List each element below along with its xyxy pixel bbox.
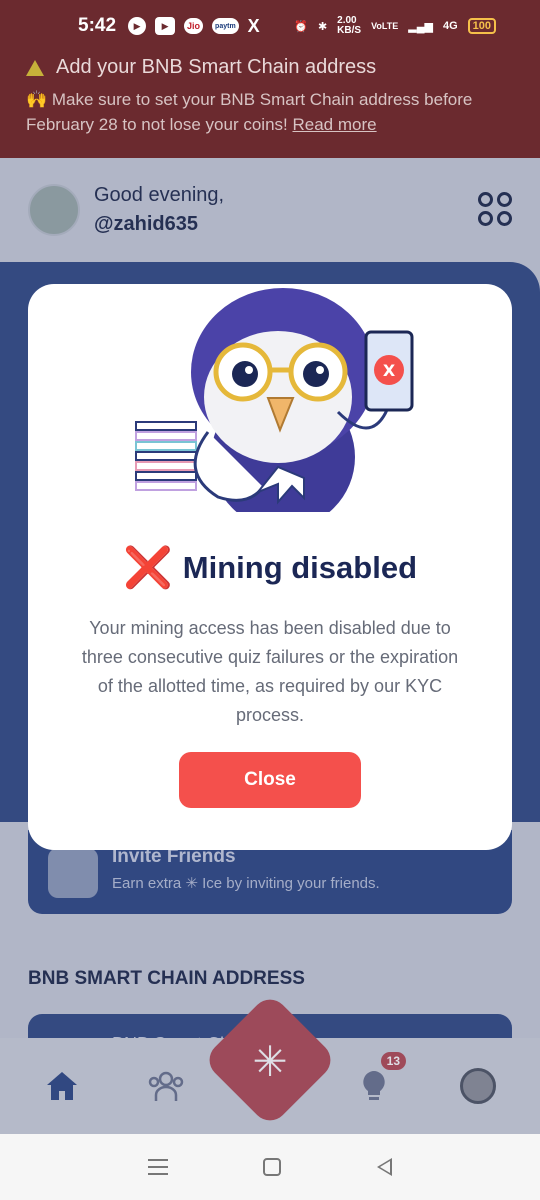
paytm-icon: paytm — [212, 18, 239, 34]
status-bar: 5:42 ▶ ▶ Jio paytm X ⏰ ✱ 2.00 KB/S VoLTE… — [0, 0, 540, 52]
battery-icon: 100 — [467, 18, 496, 34]
recent-apps-icon[interactable] — [147, 1159, 168, 1175]
clock: 5:42 — [78, 15, 117, 36]
banner-text: 🙌 Make sure to set your BNB Smart Chain … — [26, 87, 514, 137]
warning-icon — [26, 59, 44, 76]
banner-message: 🙌 Make sure to set your BNB Smart Chain … — [26, 90, 473, 134]
dialog-message: Your mining access has been disabled due… — [81, 618, 459, 725]
home-square-icon[interactable] — [263, 1158, 282, 1176]
banner-title: Add your BNB Smart Chain address — [56, 56, 377, 78]
bnb-address-banner: Add your BNB Smart Chain address 🙌 Make … — [0, 52, 540, 158]
notification-icons: ▶ ▶ Jio paytm X — [128, 16, 260, 37]
back-icon[interactable] — [377, 1158, 393, 1176]
bluetooth-icon: ✱ — [317, 20, 328, 33]
alarm-icon: ⏰ — [294, 20, 308, 33]
close-button[interactable]: Close — [179, 752, 361, 808]
red-cross-icon: ❌ — [122, 546, 173, 590]
system-icons: ⏰ ✱ 2.00 KB/S VoLTE ▂▄▆ 4G 100 — [294, 16, 496, 36]
signal-icon: ▂▄▆ — [408, 20, 433, 33]
network-label: 4G — [442, 20, 458, 32]
speed-label: 2.00 KB/S — [337, 15, 362, 36]
read-more-link[interactable]: Read more — [292, 115, 376, 134]
play-icon: ▶ — [128, 17, 147, 35]
youtube-icon: ▶ — [155, 17, 176, 35]
mining-disabled-dialog: X ❌ Mining disabled Your mining access h… — [28, 284, 512, 850]
system-navigation-bar — [0, 1134, 540, 1200]
dialog-title: ❌ Mining disabled — [28, 548, 512, 588]
x-icon: X — [247, 15, 260, 36]
penguin-mascot-illustration: X — [135, 288, 414, 512]
dialog-title-text: Mining disabled — [182, 550, 418, 585]
banner-title-row: Add your BNB Smart Chain address — [26, 56, 514, 79]
svg-text:X: X — [383, 361, 396, 380]
volte-label: VoLTE — [371, 21, 399, 31]
jio-icon: Jio — [184, 18, 204, 34]
